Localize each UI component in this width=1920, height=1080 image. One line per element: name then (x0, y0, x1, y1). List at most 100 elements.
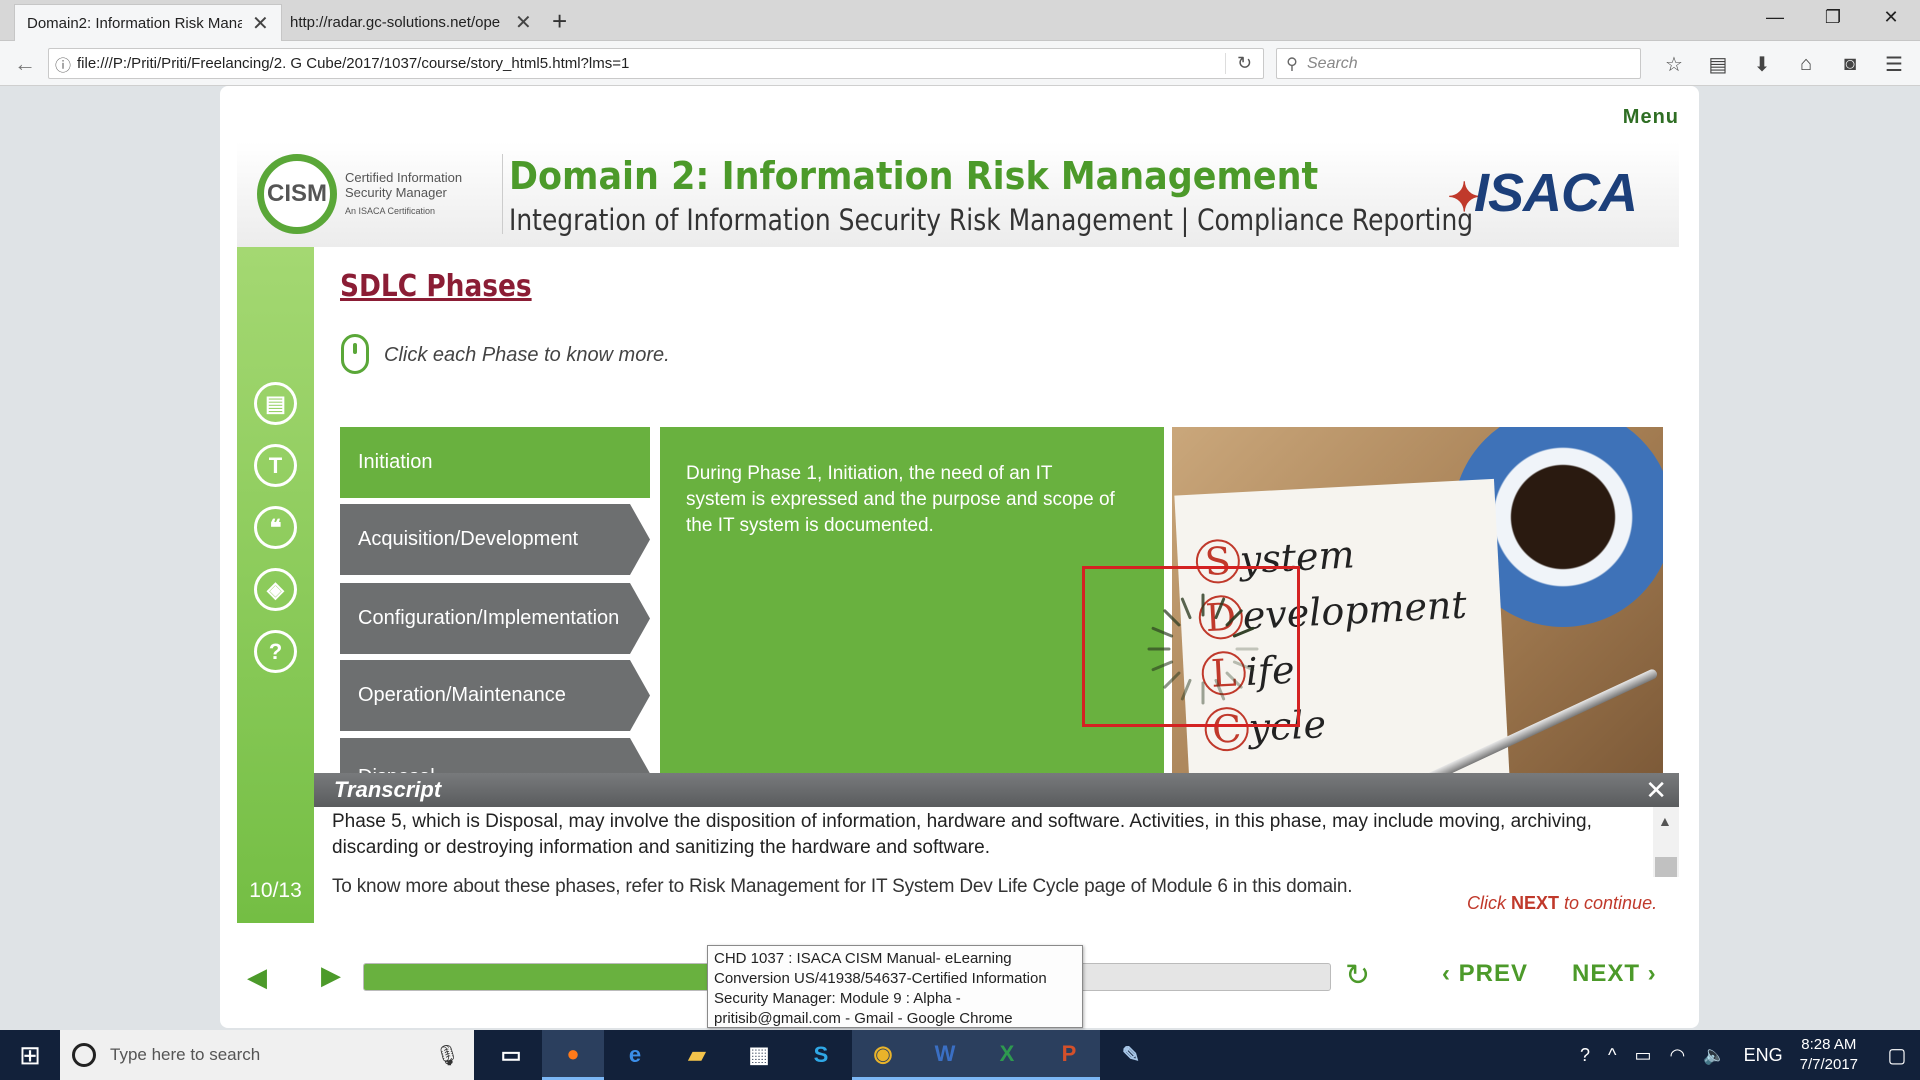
prev-button[interactable]: ‹ PREV (1442, 960, 1528, 988)
firefox-icon[interactable]: ● (542, 1030, 604, 1080)
search-placeholder: Search (1307, 54, 1358, 72)
edge-icon[interactable]: e (604, 1030, 666, 1080)
replay-icon[interactable]: ↻ (1345, 958, 1370, 993)
task-view-icon[interactable]: ▭ (480, 1030, 542, 1080)
skype-icon[interactable]: S (790, 1030, 852, 1080)
spinner-tick (1163, 609, 1181, 627)
transcript-scrollbar[interactable]: ▲ (1653, 807, 1679, 877)
notes-icon[interactable]: ▤ (254, 382, 297, 425)
cism-logo: CISM Certified Information Security Mana… (257, 154, 465, 234)
store-icon[interactable]: ▦ (728, 1030, 790, 1080)
url-text[interactable]: file:///P:/Priti/Priti/Freelancing/2. G … (77, 55, 1225, 72)
text-icon[interactable]: T (254, 444, 297, 487)
taskbar-search[interactable]: Type here to search 🎙 (60, 1030, 474, 1080)
close-window-icon[interactable]: ✕ (1862, 0, 1920, 34)
cism-tagline: Certified Information Security Manager (345, 169, 463, 200)
battery-icon[interactable]: ▭ (1634, 1045, 1651, 1066)
spinner-tick (1232, 660, 1255, 672)
menu-button[interactable]: Menu (1623, 106, 1679, 129)
cism-sub: An ISACA Certification (345, 205, 436, 216)
back-arrow-icon[interactable]: ← (10, 49, 40, 79)
home-icon[interactable]: ⌂ (1784, 49, 1828, 79)
tab-domain2[interactable]: Domain2: Information Risk Mana ✕ (14, 4, 282, 41)
phase-label: Configuration/Implementation (358, 607, 620, 629)
transcript-text: Phase 5, which is Disposal, may involve … (332, 811, 1592, 858)
transcript-body[interactable]: Phase 5, which is Disposal, may involve … (314, 807, 1679, 877)
tab-radar[interactable]: http://radar.gc-solutions.net/ope ✕ (278, 4, 544, 41)
spinner-tick (1180, 678, 1192, 701)
windows-start-icon[interactable]: ⊞ (0, 1030, 60, 1080)
close-icon[interactable]: ✕ (515, 10, 532, 35)
taskbar-tooltip: CHD 1037 : ISACA CISM Manual- eLearning … (707, 945, 1083, 1028)
resources-icon[interactable]: ◈ (254, 568, 297, 611)
course-player: Menu CISM Certified Information Security… (220, 86, 1699, 1028)
language-indicator[interactable]: ENG (1744, 1045, 1783, 1066)
notification-icon[interactable]: ▢ (1874, 1043, 1920, 1068)
clock-time: 8:28 AM (1801, 1036, 1857, 1053)
phase-list: Initiation Acquisition/Development Confi… (340, 427, 660, 775)
isaca-logo: ✦ISACA (1447, 162, 1638, 224)
close-icon[interactable]: ✕ (252, 11, 269, 36)
reload-icon[interactable]: ↻ (1225, 53, 1263, 74)
side-rail: ▤ T ❝ ◈ ? 10/13 (237, 247, 314, 923)
instruction-text: Click each Phase to know more. (384, 344, 670, 366)
help-icon[interactable]: ? (254, 630, 297, 673)
phase-label: Operation/Maintenance (358, 684, 566, 706)
chevron-up-icon[interactable]: ^ (1608, 1045, 1616, 1066)
word-icon[interactable]: W (914, 1030, 976, 1080)
close-icon[interactable]: ✕ (1645, 775, 1667, 806)
new-tab-button[interactable]: + (552, 6, 567, 37)
transcript-header: Transcript ✕ (314, 773, 1679, 807)
play-icon[interactable]: ▶ (321, 960, 341, 991)
tab-label: Domain2: Information Risk Mana (27, 14, 242, 32)
transcript-title: Transcript (334, 777, 442, 802)
excel-icon[interactable]: X (976, 1030, 1038, 1080)
phase-label: Initiation (358, 451, 433, 473)
mouse-icon (341, 334, 369, 374)
isaca-logo-text: ISACA (1473, 163, 1638, 223)
spinner-tick (1151, 660, 1174, 672)
volume-icon[interactable]: ◀ (247, 962, 267, 993)
spinner-tick (1180, 597, 1192, 620)
next-button[interactable]: NEXT › (1572, 960, 1657, 988)
spinner-tick (1214, 678, 1226, 701)
tab-label: http://radar.gc-solutions.net/ope (290, 14, 501, 31)
hamburger-menu-icon[interactable]: ☰ (1872, 49, 1916, 79)
speaker-icon[interactable]: 🔈 (1703, 1045, 1725, 1066)
banner-subtitle: Integration of Information Security Risk… (509, 203, 1474, 237)
powerpoint-icon[interactable]: P (1038, 1030, 1100, 1080)
restore-icon[interactable]: ❐ (1804, 0, 1862, 34)
spinner-tick (1163, 671, 1181, 689)
phase-configuration-implementation[interactable]: Configuration/Implementation (340, 583, 650, 654)
chrome-icon[interactable]: ◉ (852, 1030, 914, 1080)
phase-acquisition-development[interactable]: Acquisition/Development (340, 504, 650, 575)
phase-operation-maintenance[interactable]: Operation/Maintenance (340, 660, 650, 731)
scroll-up-icon[interactable]: ▲ (1658, 813, 1672, 829)
quote-icon[interactable]: ❝ (254, 506, 297, 549)
windows-taskbar: ⊞ Type here to search 🎙 ▭ ● e ▰ ▦ S ◉ W … (0, 1030, 1920, 1080)
phase-content-text: During Phase 1, Initiation, the need of … (686, 463, 1115, 536)
paint-icon[interactable]: ✎ (1100, 1030, 1162, 1080)
phase-disposal[interactable]: Disposal (340, 738, 650, 775)
phase-initiation[interactable]: Initiation (340, 427, 650, 498)
file-explorer-icon[interactable]: ▰ (666, 1030, 728, 1080)
reading-list-icon[interactable]: ▤ (1696, 49, 1740, 79)
help-tray-icon[interactable]: ? (1580, 1045, 1590, 1066)
search-field[interactable]: ⚲ Search (1276, 48, 1641, 79)
wifi-icon[interactable]: ◠ (1669, 1045, 1685, 1066)
window-controls: — ❐ ✕ (1746, 0, 1920, 34)
minimize-icon[interactable]: — (1746, 0, 1804, 34)
bookmark-star-icon[interactable]: ☆ (1652, 49, 1696, 79)
microphone-icon[interactable]: 🎙 (435, 1043, 460, 1068)
pocket-icon[interactable]: ◙ (1828, 49, 1872, 79)
browser-tab-bar: Domain2: Information Risk Mana ✕ http://… (0, 0, 1920, 41)
info-icon[interactable]: ⓘ (49, 52, 77, 76)
clock[interactable]: 8:28 AM 7/7/2017 (1800, 1035, 1858, 1075)
loading-spinner-icon (1147, 593, 1259, 705)
download-icon[interactable]: ⬇ (1740, 49, 1784, 79)
scroll-thumb[interactable] (1655, 857, 1677, 877)
browser-toolbar: ☆ ▤ ⬇ ⌂ ◙ ☰ (1652, 49, 1916, 79)
address-bar[interactable]: ⓘ file:///P:/Priti/Priti/Freelancing/2. … (48, 48, 1264, 79)
transcript-footer: To know more about these phases, refer t… (332, 876, 1353, 897)
cism-logo-text: Certified Information Security Manager A… (345, 170, 465, 219)
